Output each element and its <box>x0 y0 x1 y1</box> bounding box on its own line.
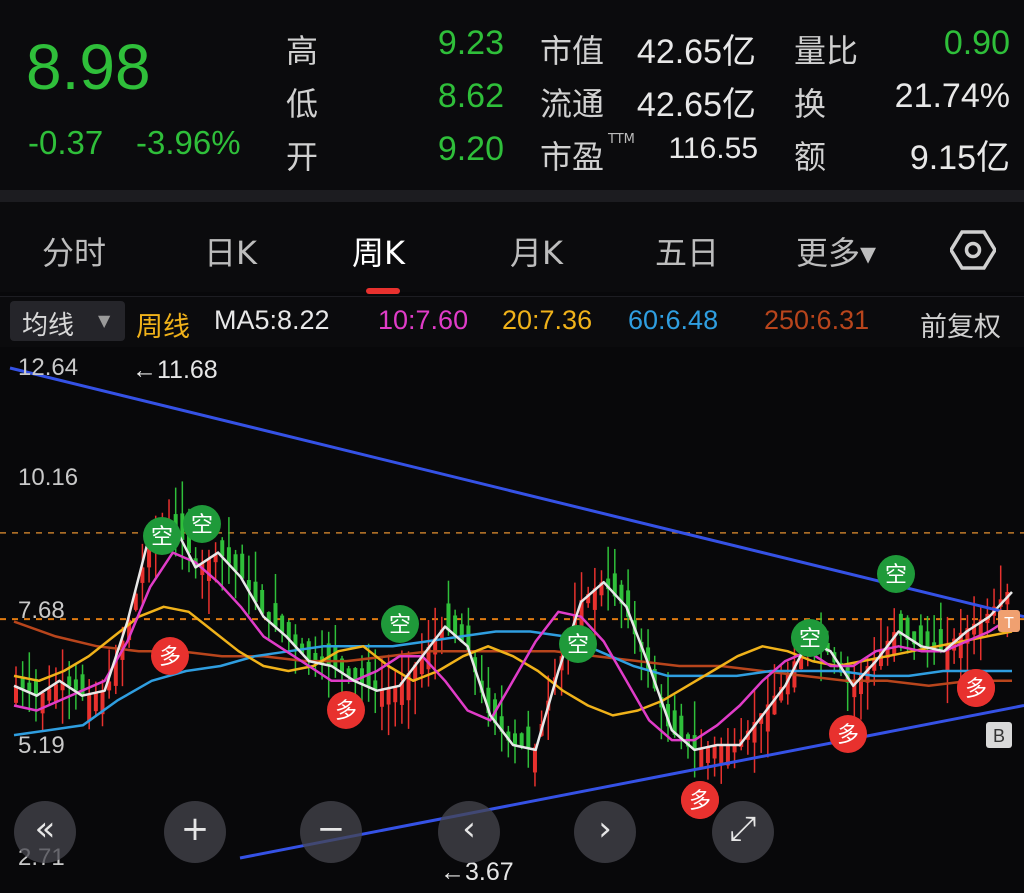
candle-body <box>40 692 45 714</box>
scroll-left-fast-button[interactable]: « <box>14 801 76 863</box>
settings-icon[interactable] <box>950 230 996 270</box>
ma10-value: 10:7.60 <box>378 305 469 335</box>
b-marker-text: B <box>993 726 1005 746</box>
amount-label: 额 <box>794 138 827 176</box>
fullscreen-button[interactable]: ⤢ <box>712 801 774 863</box>
zoom-in-button[interactable]: + <box>164 801 226 863</box>
pe-value: 116.55 <box>668 132 758 165</box>
min-price-annotation: ←3.67 <box>440 858 514 886</box>
ma20-value: 20:7.36 <box>502 305 593 335</box>
candle-body <box>379 689 384 707</box>
tab-monthly-k[interactable]: 月K <box>510 228 563 274</box>
y-tick-0: 12.64 <box>18 354 79 381</box>
turnover-value: 21.74% <box>894 77 1010 115</box>
max-price-annotation: ←11.68 <box>132 356 218 384</box>
open-label: 开 <box>286 138 319 176</box>
active-tab-indicator <box>366 288 400 294</box>
tab-daily-k[interactable]: 日K <box>204 228 257 274</box>
price-change: -0.37 <box>28 124 104 161</box>
kline-chart[interactable]: 空空多多空空空多多多空多多BT <box>0 348 1024 893</box>
signal-text: 空 <box>567 633 589 658</box>
ma5-value: MA5:8.22 <box>214 305 330 335</box>
ma5-line <box>13 521 1013 752</box>
candle-body <box>519 733 524 748</box>
candle-body <box>87 694 92 722</box>
candle-body <box>206 559 211 581</box>
signal-text: 多 <box>965 677 987 702</box>
signal-text: 多 <box>689 789 711 814</box>
candle-body <box>47 688 52 701</box>
zoom-out-button[interactable]: − <box>300 801 362 863</box>
period-tabs: 分时 日K 周K 月K 五日 更多▾ <box>0 202 1024 294</box>
signal-text: 多 <box>159 645 181 670</box>
turnover-label: 换 <box>794 85 827 123</box>
tab-weekly-k[interactable]: 周K <box>352 228 405 274</box>
signal-text: 空 <box>191 513 213 538</box>
float-value: 42.65亿 <box>636 86 756 124</box>
candle-body <box>240 553 245 579</box>
amount-value: 9.15亿 <box>909 139 1010 177</box>
candle-body <box>53 684 58 703</box>
volratio-value: 0.90 <box>943 24 1010 62</box>
low-value: 8.62 <box>437 77 504 115</box>
high-value: 9.23 <box>437 24 504 62</box>
pe-label: 市盈 TTM <box>540 132 635 176</box>
open-value: 9.20 <box>437 130 504 168</box>
volratio-label: 量比 <box>794 32 859 70</box>
moving-average-lines <box>13 521 1013 752</box>
tab-more[interactable]: 更多▾ <box>796 228 876 274</box>
ma60-value: 60:6.48 <box>628 305 719 335</box>
candle-body <box>333 647 338 669</box>
candle-body <box>532 747 537 773</box>
ma250-value: 250:6.31 <box>764 305 870 335</box>
indicator-selector[interactable]: 均线 ▼ <box>10 301 125 341</box>
candle-body <box>27 682 32 692</box>
chevron-down-icon: ▼ <box>98 311 111 330</box>
float-label: 流通 <box>540 85 605 123</box>
candle-body <box>393 686 398 703</box>
last-price: 8.98 <box>26 31 151 103</box>
candle-body <box>699 747 704 768</box>
signal-text: 多 <box>335 699 357 724</box>
header-divider <box>0 190 1024 202</box>
adjust-mode[interactable]: 前复权 <box>920 305 1001 344</box>
candle-body <box>386 688 391 705</box>
signal-markers: 空空多多空空空多多多空多多BT <box>143 505 1020 819</box>
candle-body <box>73 679 78 691</box>
signal-text: 空 <box>799 627 821 652</box>
resistance-trendline <box>9 366 1024 619</box>
signal-text: 多 <box>837 723 859 748</box>
candle-body <box>705 746 710 763</box>
period-label: 周线 <box>136 312 190 342</box>
scroll-left-button[interactable]: ‹ <box>438 801 500 863</box>
y-tick-2: 7.68 <box>18 597 65 624</box>
signal-text: 空 <box>389 613 411 638</box>
mktcap-value: 42.65亿 <box>636 33 756 71</box>
tab-five-day[interactable]: 五日 <box>655 228 719 274</box>
ttm-superscript: TTM <box>608 132 635 147</box>
quote-header: 8.98 -0.37 -3.96% 高 9.23 低 8.62 开 9.20 市… <box>0 0 1024 190</box>
high-label: 高 <box>286 32 319 70</box>
y-tick-3: 5.19 <box>18 732 65 759</box>
candle-body <box>526 726 531 749</box>
scroll-right-button[interactable]: › <box>574 801 636 863</box>
y-tick-1: 10.16 <box>18 464 79 491</box>
candle-body <box>67 676 72 687</box>
tab-intraday[interactable]: 分时 <box>42 228 106 274</box>
low-label: 低 <box>286 85 319 123</box>
price-change-pct: -3.96% <box>136 124 241 161</box>
candle-body <box>446 603 451 631</box>
candle-body <box>925 631 930 649</box>
candle-body <box>93 692 98 712</box>
candle-body <box>719 744 724 764</box>
trend-lines <box>9 366 1024 860</box>
indicator-selector-label: 均线 <box>22 311 75 341</box>
candle-body <box>273 603 278 627</box>
ma-legend-bar: 均线 ▼ 周线 MA5:8.22 10:7.60 20:7.36 60:6.48… <box>0 296 1024 347</box>
mktcap-label: 市值 <box>540 32 605 70</box>
signal-text: 空 <box>151 525 173 550</box>
signal-text: 空 <box>885 563 907 588</box>
t-marker-text: T <box>1004 615 1014 632</box>
candle-body <box>938 629 943 651</box>
